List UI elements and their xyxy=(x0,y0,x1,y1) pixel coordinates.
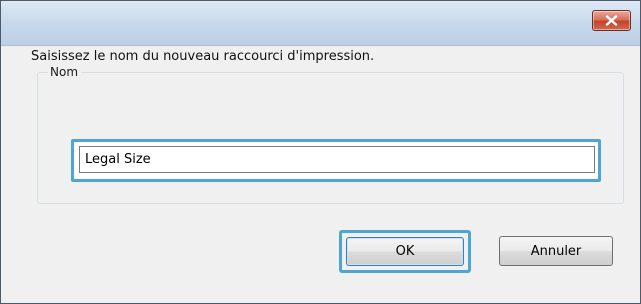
ok-button[interactable]: OK xyxy=(346,237,464,266)
title-bar[interactable] xyxy=(1,1,640,46)
shortcut-name-dialog: Nom Saisissez le nom du nouveau raccourc… xyxy=(0,0,641,304)
shortcut-name-input[interactable] xyxy=(79,146,595,173)
group-legend: Nom xyxy=(48,64,82,80)
instruction-text: Saisissez le nom du nouveau raccourci d'… xyxy=(31,49,375,64)
cancel-button[interactable]: Annuler xyxy=(499,236,613,266)
name-groupbox: Nom xyxy=(37,64,624,204)
close-button[interactable] xyxy=(592,10,631,31)
close-x-icon xyxy=(605,15,618,26)
